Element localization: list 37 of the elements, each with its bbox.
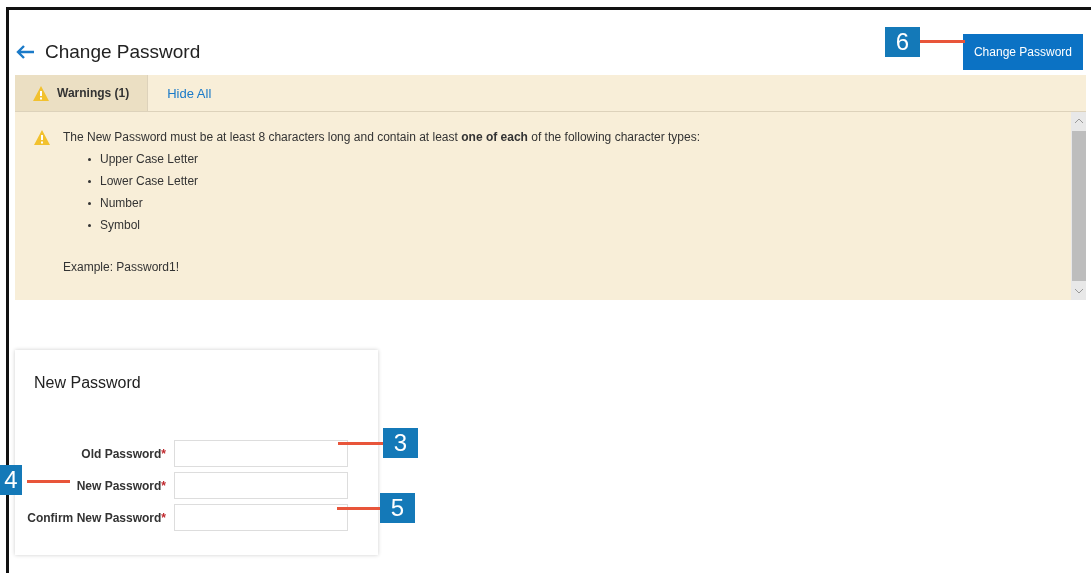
- scroll-down-icon[interactable]: [1073, 286, 1084, 296]
- warnings-tab[interactable]: Warnings (1): [15, 75, 149, 111]
- password-field[interactable]: [174, 440, 348, 467]
- field-label: Old Password*: [81, 446, 166, 461]
- requirement-item: Upper Case Letter: [100, 152, 199, 166]
- bullet-icon: [88, 223, 91, 227]
- callout-number: 4: [0, 465, 22, 495]
- bullet-icon: [88, 179, 91, 183]
- warning-icon: [33, 85, 49, 101]
- scroll-up-icon[interactable]: [1073, 116, 1084, 126]
- back-arrow-icon[interactable]: [15, 44, 35, 60]
- warning-message: The New Password must be at least 8 characters long and contain at least one of each of the following character types:: [63, 130, 700, 144]
- callout-number: 3: [383, 428, 418, 458]
- leader-line: [27, 480, 70, 483]
- change-password-button[interactable]: Change Password: [962, 34, 1083, 70]
- bullet-icon: [88, 157, 91, 161]
- warnings-label: Warnings (1): [57, 86, 130, 100]
- password-field[interactable]: [174, 472, 348, 499]
- warning-icon: [34, 130, 50, 145]
- field-label: Confirm New Password*: [27, 510, 166, 525]
- leader-line: [338, 442, 383, 445]
- field-label: New Password*: [76, 478, 166, 493]
- password-field[interactable]: [174, 504, 348, 531]
- hide-all-link[interactable]: Hide All: [148, 75, 231, 111]
- leader-line: [920, 40, 965, 43]
- scroll-thumb[interactable]: [1071, 131, 1086, 281]
- requirement-item: Number: [100, 196, 143, 210]
- scrollbar[interactable]: [1071, 112, 1086, 300]
- callout-number: 6: [885, 27, 920, 57]
- leader-line: [337, 507, 380, 510]
- card-title: New Password: [34, 374, 142, 392]
- requirement-item: Lower Case Letter: [100, 174, 199, 188]
- example-text: Example: Password1!: [63, 260, 181, 274]
- page-title: Change Password: [45, 41, 201, 63]
- requirement-item: Symbol: [100, 218, 140, 232]
- callout-number: 5: [380, 493, 415, 523]
- bullet-icon: [88, 201, 91, 205]
